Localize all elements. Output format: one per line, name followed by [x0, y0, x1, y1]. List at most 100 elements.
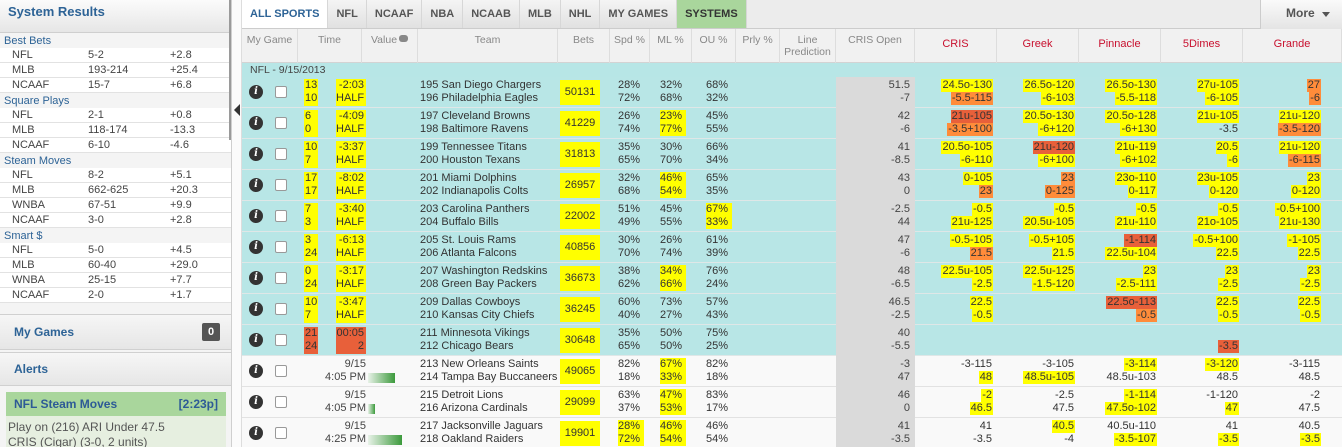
book-line-cris[interactable]: 20.5o-105 -6-110	[921, 141, 993, 167]
section-title[interactable]: Best Bets	[0, 33, 231, 48]
away-team[interactable]: 207 Washington Redskins	[420, 265, 560, 278]
my-game-checkbox[interactable]	[275, 179, 287, 191]
my-game-checkbox[interactable]	[275, 272, 287, 284]
home-team[interactable]: 216 Arizona Cardinals	[420, 402, 560, 415]
col-prly[interactable]: Prly %	[736, 29, 780, 63]
col-line-prediction[interactable]: Line Prediction	[780, 29, 836, 63]
book-line-pinnacle[interactable]: 22.5o-113 -0.5	[1085, 296, 1157, 322]
book-line-pinnacle[interactable]: 20.5o-128 -6+130	[1085, 110, 1157, 136]
book-line-5dimes[interactable]: 22.5 -0.5	[1167, 296, 1239, 322]
book-line-grande[interactable]: 27 -6	[1249, 79, 1321, 105]
book-line-grande[interactable]: -3-115 48.5	[1249, 358, 1321, 384]
book-line-pinnacle[interactable]: -0.5 21u-110	[1085, 203, 1157, 229]
system-result-row[interactable]: MLB 60-40 +29.0	[0, 258, 231, 273]
book-line-pinnacle[interactable]: 40.5u-110 -3.5-107	[1085, 420, 1157, 446]
tab-nfl[interactable]: NFL	[328, 0, 367, 28]
system-result-row[interactable]: NCAAF 6-10 -4.6	[0, 138, 231, 153]
game-row[interactable]: i 9/15 4:05 PM 213 New Orleans Saints 214 Ta…	[242, 356, 1342, 387]
info-icon[interactable]: i	[249, 116, 263, 130]
book-line-grande[interactable]: 21u-120 -6-115	[1249, 141, 1321, 167]
teams-cell[interactable]: 207 Washington Redskins 208 Green Bay Pac…	[420, 265, 560, 291]
game-row[interactable]: i 10 7 -3:47 HALF 209 Dallas Cowboys 210 Kansa…	[242, 294, 1342, 325]
book-line-greek[interactable]: 23 0-125	[1003, 172, 1075, 198]
teams-cell[interactable]: 211 Minnesota Vikings 212 Chicago Bears	[420, 327, 560, 353]
book-line-grande[interactable]: 22.5 -0.5	[1249, 296, 1321, 322]
book-line-greek[interactable]	[1003, 327, 1075, 353]
book-line-greek[interactable]: 21u-120 -6+100	[1003, 141, 1075, 167]
system-result-row[interactable]: MLB 118-174 -13.3	[0, 123, 231, 138]
system-result-row[interactable]: NFL 5-2 +2.8	[0, 48, 231, 63]
game-row[interactable]: i 13 10 -2:03 HALF 195 San Diego Chargers 196 …	[242, 77, 1342, 108]
system-results-header[interactable]: System Results	[0, 0, 231, 33]
home-team[interactable]: 200 Houston Texans	[420, 154, 560, 167]
col-cris-open[interactable]: CRIS Open	[836, 29, 915, 63]
book-line-greek[interactable]: 40.5 -4	[1003, 420, 1075, 446]
book-line-5dimes[interactable]: 21u-105 -3.5	[1167, 110, 1239, 136]
book-line-5dimes[interactable]: 27u-105 -6-105	[1167, 79, 1239, 105]
book-line-5dimes[interactable]: 41 -3.5	[1167, 420, 1239, 446]
book-line-pinnacle[interactable]: 23 -2.5-111	[1085, 265, 1157, 291]
book-line-5dimes[interactable]: -0.5 21o-105	[1167, 203, 1239, 229]
info-icon[interactable]: i	[249, 302, 263, 316]
book-line-greek[interactable]: -3-105 48.5u-105	[1003, 358, 1075, 384]
info-icon[interactable]: i	[249, 395, 263, 409]
book-line-cris[interactable]: 21u-105 -3.5+100	[921, 110, 993, 136]
teams-cell[interactable]: 213 New Orleans Saints 214 Tampa Bay Bucc…	[420, 358, 560, 384]
my-games-box[interactable]: My Games 0	[0, 314, 231, 350]
tab-nba[interactable]: NBA	[422, 0, 464, 28]
tab-nhl[interactable]: NHL	[560, 0, 601, 28]
book-line-cris[interactable]	[921, 327, 993, 353]
game-row[interactable]: i 3 24 -6:13 HALF 205 St. Louis Rams 206 Atlan…	[242, 232, 1342, 263]
away-team[interactable]: 197 Cleveland Browns	[420, 110, 560, 123]
tab-ncaab[interactable]: NCAAB	[463, 0, 520, 28]
book-line-cris[interactable]: 24.5o-130 -5.5-115	[921, 79, 993, 105]
game-row[interactable]: i 9/15 4:25 PM 217 Jacksonville Jaguars 218 …	[242, 418, 1342, 447]
system-result-row[interactable]: WNBA 67-51 +9.9	[0, 198, 231, 213]
info-icon[interactable]: i	[249, 85, 263, 99]
col-value[interactable]: Value	[362, 29, 418, 63]
away-team[interactable]: 195 San Diego Chargers	[420, 79, 560, 92]
teams-cell[interactable]: 203 Carolina Panthers 204 Buffalo Bills	[420, 203, 560, 229]
teams-cell[interactable]: 205 St. Louis Rams 206 Atlanta Falcons	[420, 234, 560, 260]
teams-cell[interactable]: 215 Detroit Lions 216 Arizona Cardinals	[420, 389, 560, 415]
info-icon[interactable]: i	[249, 364, 263, 378]
col-book-greek[interactable]: Greek	[997, 29, 1079, 63]
book-line-greek[interactable]: -2.5 47.5	[1003, 389, 1075, 415]
system-result-row[interactable]: NFL 5-0 +4.5	[0, 243, 231, 258]
my-game-checkbox[interactable]	[275, 86, 287, 98]
home-team[interactable]: 198 Baltimore Ravens	[420, 123, 560, 136]
my-game-checkbox[interactable]	[275, 303, 287, 315]
my-game-checkbox[interactable]	[275, 148, 287, 160]
away-team[interactable]: 215 Detroit Lions	[420, 389, 560, 402]
col-team[interactable]: Team	[418, 29, 558, 63]
game-row[interactable]: i 21 24 00:05 2 211 Minnesota Vikings 212 Chic…	[242, 325, 1342, 356]
book-line-cris[interactable]: 22.5u-105 -2.5	[921, 265, 993, 291]
away-team[interactable]: 213 New Orleans Saints	[420, 358, 560, 371]
col-ml[interactable]: ML %	[650, 29, 692, 63]
info-icon[interactable]: i	[249, 178, 263, 192]
book-line-grande[interactable]	[1249, 327, 1321, 353]
system-result-row[interactable]: NFL 2-1 +0.8	[0, 108, 231, 123]
my-game-checkbox[interactable]	[275, 117, 287, 129]
away-team[interactable]: 203 Carolina Panthers	[420, 203, 560, 216]
tab-my-games[interactable]: MY GAMES	[600, 0, 678, 28]
book-line-pinnacle[interactable]: -1-114 22.5u-104	[1085, 234, 1157, 260]
col-book-5dimes[interactable]: 5Dimes	[1161, 29, 1243, 63]
book-line-5dimes[interactable]: -3-120 48.5	[1167, 358, 1239, 384]
book-line-pinnacle[interactable]: -3-114 48.5u-103	[1085, 358, 1157, 384]
tab-systems[interactable]: SYSTEMS	[677, 0, 747, 28]
away-team[interactable]: 205 St. Louis Rams	[420, 234, 560, 247]
book-line-cris[interactable]: -0.5 21u-125	[921, 203, 993, 229]
book-line-greek[interactable]	[1003, 296, 1075, 322]
home-team[interactable]: 212 Chicago Bears	[420, 340, 560, 353]
game-row[interactable]: i 7 3 -3:40 HALF 203 Carolina Panthers 204 Buf…	[242, 201, 1342, 232]
steam-moves-header[interactable]: NFL Steam Moves [2:23p]	[6, 392, 226, 416]
teams-cell[interactable]: 201 Miami Dolphins 202 Indianapolis Colts	[420, 172, 560, 198]
book-line-5dimes[interactable]: 23 -2.5	[1167, 265, 1239, 291]
system-result-row[interactable]: NCAAF 2-0 +1.7	[0, 288, 231, 303]
book-line-5dimes[interactable]: 23u-105 0-120	[1167, 172, 1239, 198]
book-line-pinnacle[interactable]: 23o-110 0-117	[1085, 172, 1157, 198]
info-icon[interactable]: i	[249, 333, 263, 347]
home-team[interactable]: 202 Indianapolis Colts	[420, 185, 560, 198]
book-line-5dimes[interactable]: -3.5	[1167, 327, 1239, 353]
